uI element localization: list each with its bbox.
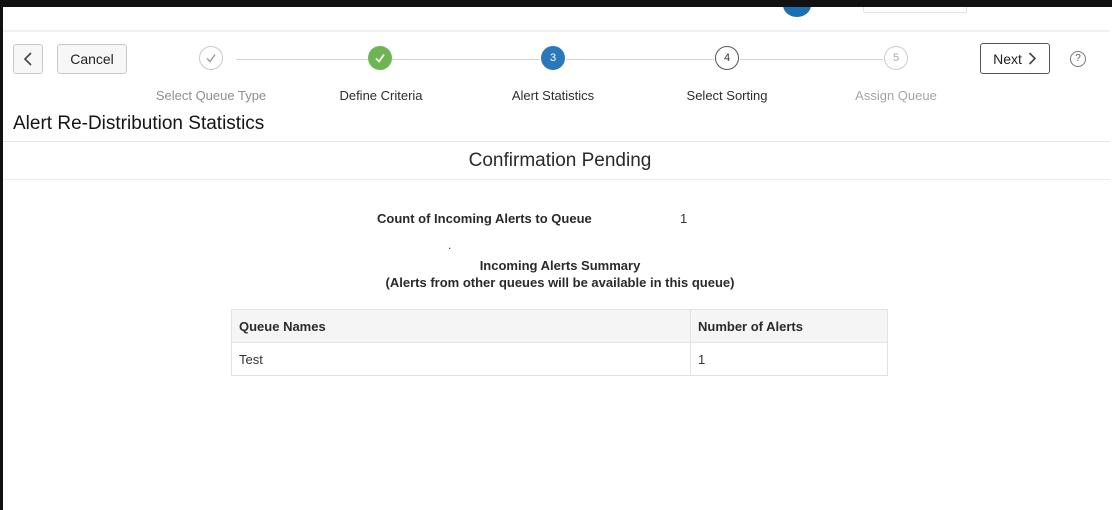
column-header-queue-names[interactable]: Queue Names: [231, 309, 691, 343]
incoming-alerts-count-value: 1: [680, 211, 688, 226]
train-stop-label: Define Criteria: [339, 88, 423, 103]
train-stop-label: Select Queue Type: [155, 88, 267, 103]
dot-mark: .: [448, 238, 452, 252]
incoming-alerts-count-label: Count of Incoming Alerts to Queue: [377, 211, 592, 226]
train-connector: [566, 59, 714, 60]
train-stop-select-queue-type[interactable]: [199, 46, 223, 70]
page-title: Alert Re-Distribution Statistics: [13, 113, 265, 134]
divider: [3, 179, 1110, 180]
column-header-number-of-alerts[interactable]: Number of Alerts: [690, 309, 888, 343]
queue-summary-table: Queue Names Number of Alerts Test 1: [231, 309, 888, 376]
section-title: Confirmation Pending: [468, 150, 652, 171]
chevron-left-icon: [23, 52, 32, 66]
train-stop-assign-queue[interactable]: 5: [884, 46, 908, 70]
train-stop-alert-statistics[interactable]: 3: [541, 46, 565, 70]
back-button[interactable]: [13, 44, 43, 74]
summary-title: Incoming Alerts Summary: [479, 258, 641, 273]
header-separator: [3, 30, 1110, 32]
train-stop-label: Assign Queue: [855, 88, 937, 103]
summary-subtitle: (Alerts from other queues will be availa…: [385, 275, 735, 290]
train-connector: [236, 59, 368, 60]
clipped-header-strip: [3, 7, 1110, 19]
train-stop-label: Alert Statistics: [511, 88, 595, 103]
chevron-right-icon: [1028, 52, 1037, 65]
clipped-input-field[interactable]: [863, 7, 967, 13]
train-stop-select-sorting[interactable]: 4: [715, 46, 739, 70]
frame-right-border: [1110, 0, 1112, 7]
frame-left-border: [0, 0, 3, 510]
cancel-button[interactable]: Cancel: [57, 44, 127, 74]
next-button-label: Next: [993, 50, 1022, 67]
help-icon[interactable]: ?: [1070, 51, 1086, 67]
alert-count-cell: 1: [690, 342, 888, 376]
train-connector: [392, 59, 540, 60]
queue-name-cell: Test: [231, 342, 691, 376]
checkmark-icon: [375, 53, 385, 63]
table-row[interactable]: Test 1: [231, 342, 888, 376]
next-button[interactable]: Next: [980, 43, 1050, 74]
train-stop-label: Select Sorting: [686, 88, 768, 103]
checkmark-icon: [206, 54, 216, 63]
train-connector: [740, 59, 883, 60]
divider: [3, 141, 1110, 142]
train-stop-define-criteria[interactable]: [368, 46, 392, 70]
table-header-row: Queue Names Number of Alerts: [231, 309, 888, 343]
frame-top-border: [0, 0, 1112, 7]
clipped-badge-icon: [783, 7, 811, 17]
